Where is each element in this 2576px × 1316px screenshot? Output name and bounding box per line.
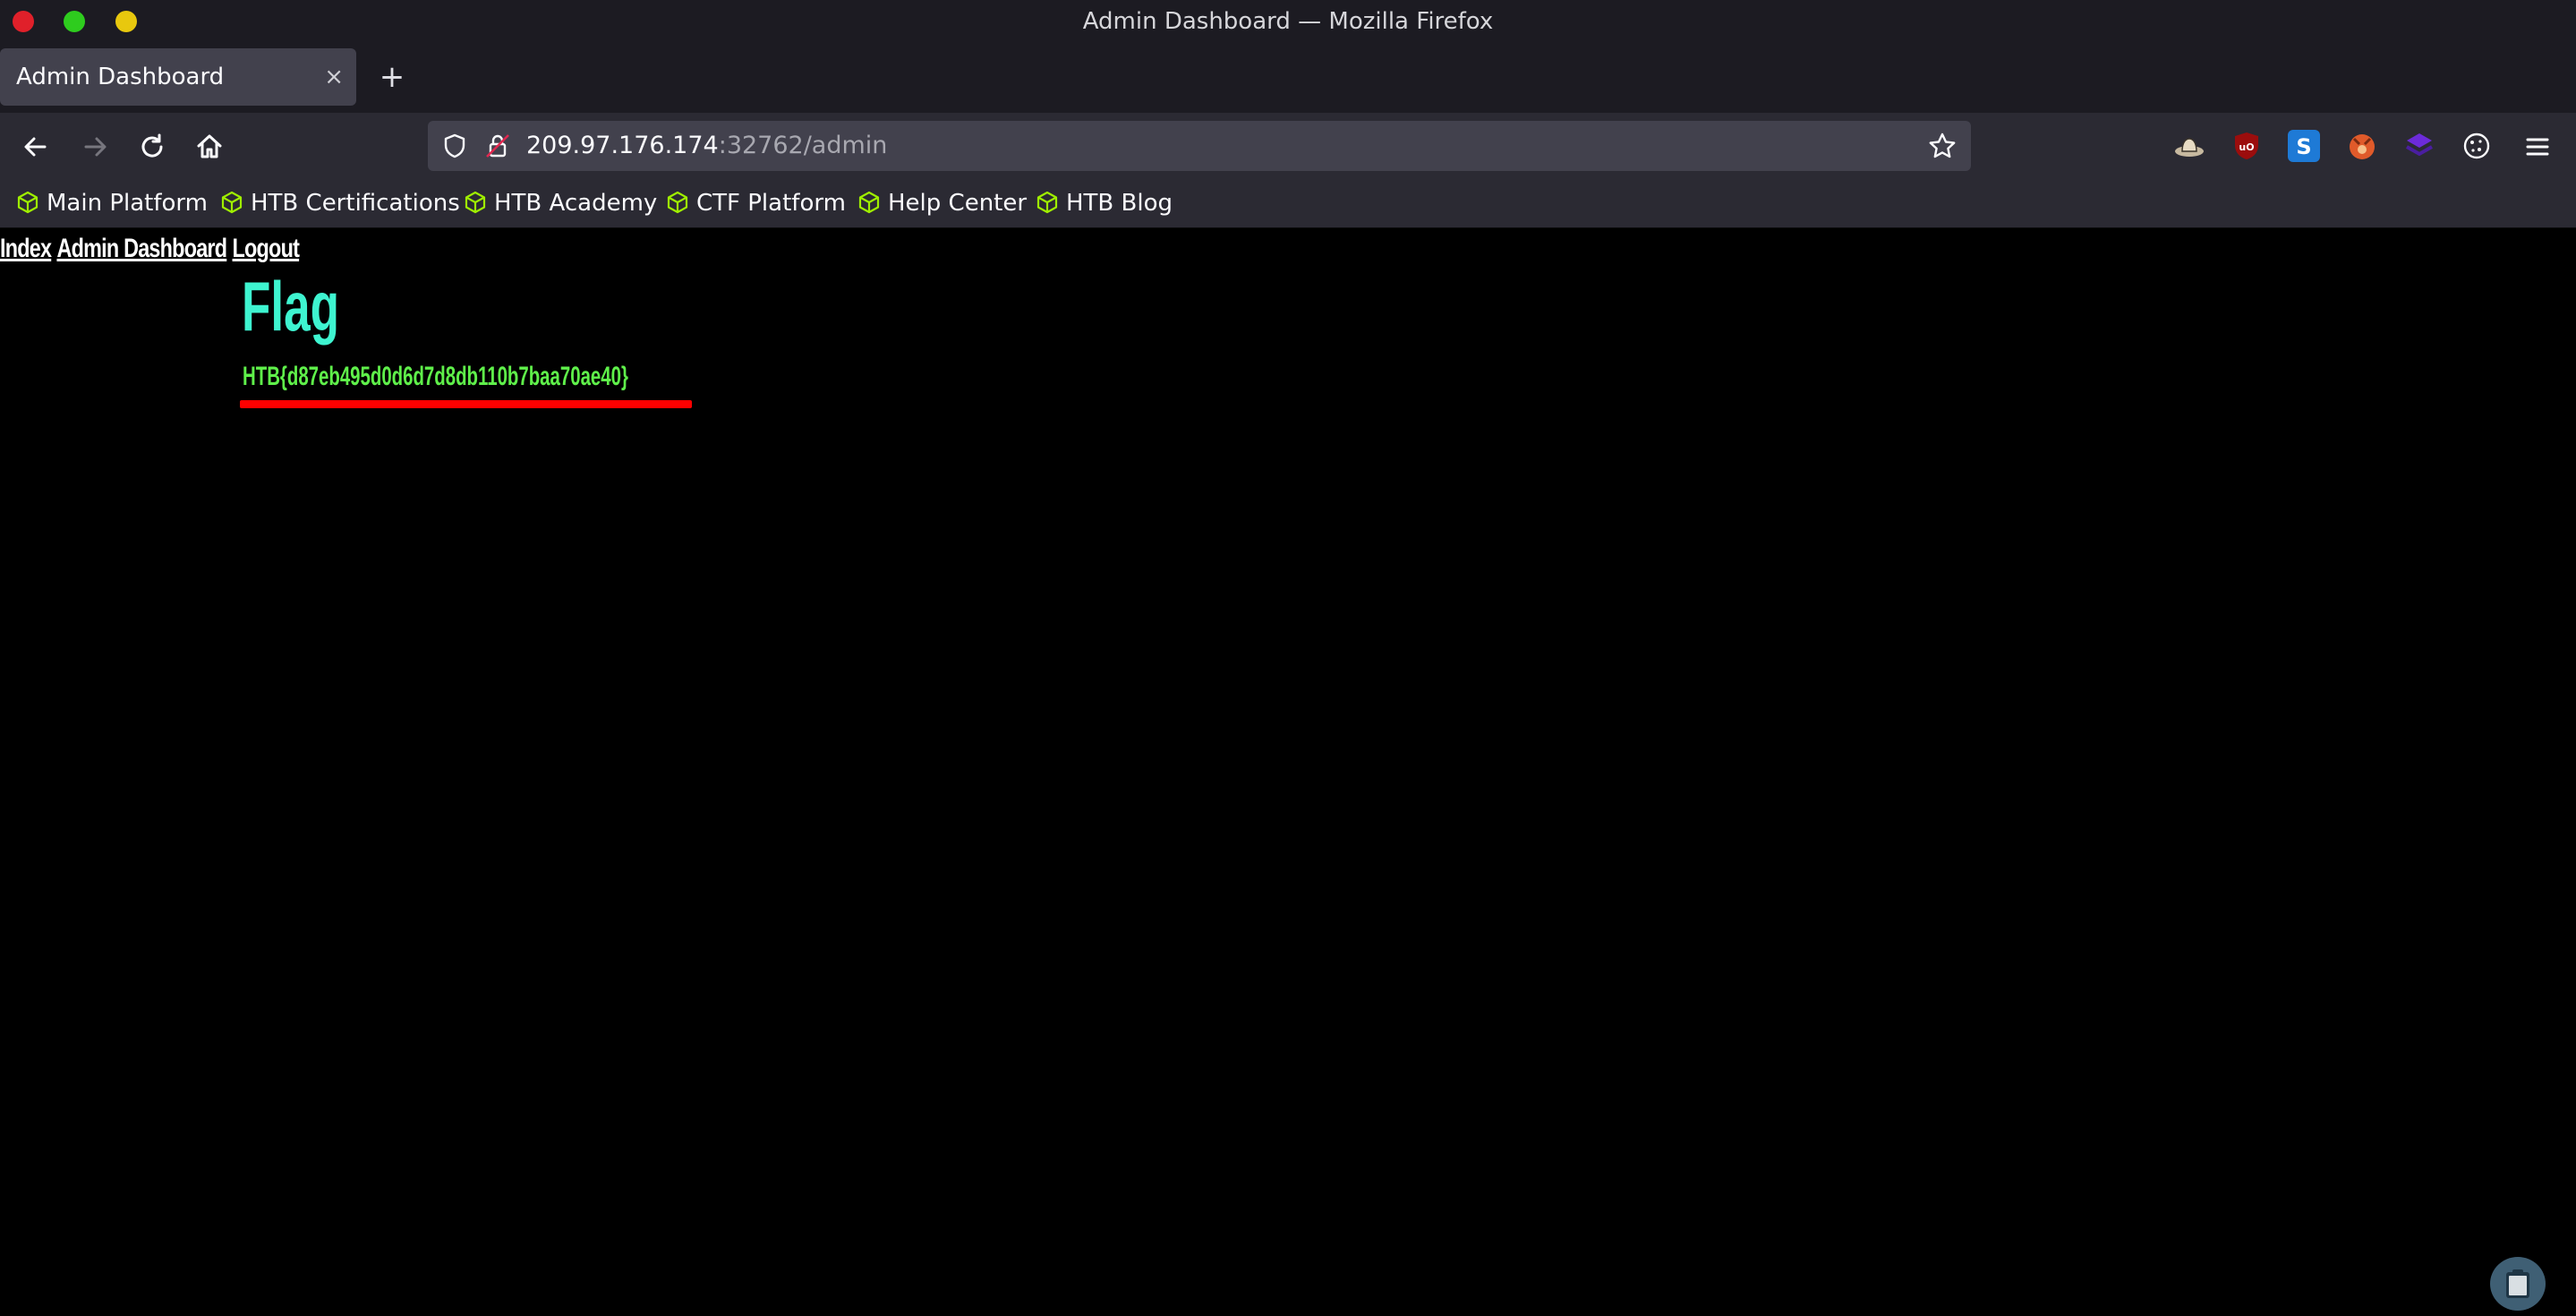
insecure-lock-icon [486, 134, 509, 158]
bookmark-help-center[interactable]: Help Center [857, 179, 1027, 227]
navigation-toolbar: 209.97.176.174:32762/admin uO S [0, 113, 2576, 179]
bookmark-ctf-platform[interactable]: CTF Platform [666, 179, 846, 227]
bookmark-label: HTB Blog [1066, 190, 1173, 217]
cookie-editor-icon[interactable] [2461, 130, 2493, 162]
clipboard-floating-button[interactable] [2490, 1257, 2546, 1311]
bookmark-label: HTB Academy [494, 190, 658, 217]
nav-link-index[interactable]: Index [0, 234, 52, 263]
bookmark-label: HTB Certifications [251, 190, 460, 217]
url-path: :32762/admin [718, 132, 888, 159]
tab-label: Admin Dashboard [16, 64, 225, 90]
browser-window: Admin Dashboard — Mozilla Firefox Admin … [0, 0, 2576, 1316]
home-button[interactable] [192, 129, 227, 165]
back-arrow-icon [24, 137, 47, 157]
s-extension-icon[interactable]: S [2288, 130, 2320, 162]
foxyproxy-icon[interactable] [2346, 130, 2378, 162]
page-heading: Flag [242, 267, 340, 346]
reload-button[interactable] [134, 129, 170, 165]
htb-cube-icon [221, 191, 243, 214]
bookmark-htb-certifications[interactable]: HTB Certifications [220, 179, 460, 227]
bookmarks-toolbar: Main Platform HTB Certifications HTB Aca… [0, 179, 2576, 228]
tab-close-icon[interactable]: × [324, 48, 344, 106]
new-tab-button[interactable]: + [376, 48, 408, 106]
address-bar[interactable]: 209.97.176.174:32762/admin [428, 121, 1971, 171]
htb-cube-icon [465, 191, 486, 214]
forward-arrow-icon [84, 137, 107, 157]
bookmark-main-platform[interactable]: Main Platform [16, 179, 208, 227]
tracking-protection-shield-icon [444, 133, 465, 158]
clipboard-icon [2506, 1269, 2529, 1298]
htb-cube-icon [667, 191, 688, 214]
bookmark-label: Help Center [888, 190, 1028, 217]
bookmark-label: Main Platform [47, 190, 208, 217]
window-title: Admin Dashboard — Mozilla Firefox [1082, 8, 1494, 35]
htb-cube-icon [858, 191, 880, 214]
app-menu-button[interactable] [2520, 129, 2555, 165]
url-host: 209.97.176.174 [526, 132, 719, 159]
page-content: Index Admin Dashboard Logout Flag HTB{d87e… [0, 228, 2576, 1316]
hamburger-menu-icon [2526, 138, 2549, 156]
bookmark-htb-academy[interactable]: HTB Academy [464, 179, 657, 227]
cowboy-hat-extension-icon[interactable] [2173, 130, 2205, 162]
tab-strip: Admin Dashboard × + [0, 43, 2576, 113]
bookmark-label: CTF Platform [696, 190, 846, 217]
bookmark-star-icon[interactable] [1926, 130, 1958, 162]
tab-admin-dashboard[interactable]: Admin Dashboard × [0, 48, 356, 106]
flag-value: HTB{d87eb495d0d6d7d8db110b7baa70ae40} [243, 362, 628, 391]
reload-icon [141, 133, 163, 158]
wappalyzer-icon[interactable] [2403, 130, 2435, 162]
ublock-origin-icon[interactable]: uO [2231, 130, 2263, 162]
url-text[interactable]: 209.97.176.174:32762/admin [526, 121, 887, 171]
nav-link-logout[interactable]: Logout [233, 234, 300, 263]
forward-button[interactable] [77, 129, 113, 165]
title-bar: Admin Dashboard — Mozilla Firefox [0, 0, 2576, 43]
site-nav: Index Admin Dashboard Logout [0, 234, 304, 264]
home-icon [197, 134, 222, 158]
htb-cube-icon [17, 191, 38, 214]
nav-link-admin-dashboard[interactable]: Admin Dashboard [56, 234, 227, 263]
htb-cube-icon [1036, 191, 1058, 214]
red-highlight-underline [240, 400, 692, 408]
svg-text:S: S [2296, 134, 2311, 159]
svg-text:uO: uO [2239, 141, 2254, 153]
bookmark-htb-blog[interactable]: HTB Blog [1036, 179, 1173, 227]
back-button[interactable] [18, 129, 54, 165]
